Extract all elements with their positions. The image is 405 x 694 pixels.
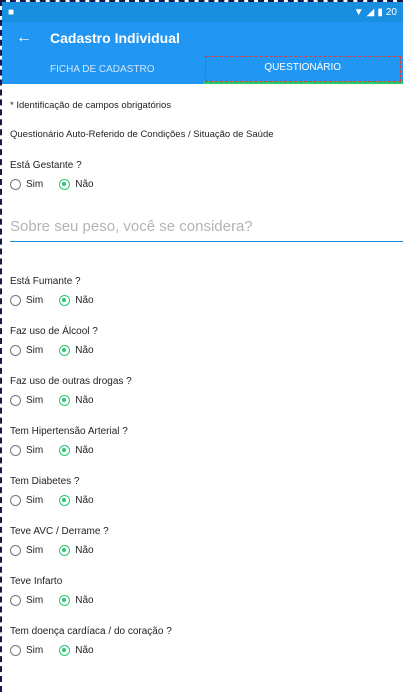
radio-label: Não xyxy=(75,595,94,606)
tab-questionario[interactable]: QUESTIONÁRIO xyxy=(202,54,403,84)
radio-unchecked-icon xyxy=(10,179,21,190)
page-title: Cadastro Individual xyxy=(50,30,180,46)
question-gestante: Está Gestante ? Sim Não xyxy=(10,160,403,190)
radio-label: Sim xyxy=(26,545,44,556)
question-fumante: Está Fumante ? Sim Não xyxy=(10,276,403,306)
radio-label: Não xyxy=(75,295,94,306)
question-label: Faz uso de Álcool ? xyxy=(10,326,98,337)
radio-nao[interactable]: Não xyxy=(59,295,94,306)
tab-ficha-de-cadastro[interactable]: FICHA DE CADASTRO xyxy=(2,54,203,84)
radio-label: Sim xyxy=(26,345,44,356)
radio-unchecked-icon xyxy=(10,545,21,556)
status-bar: ■ ▼ ◢ ▮ 20 xyxy=(2,2,403,22)
radio-group: Sim Não xyxy=(10,445,403,456)
radio-label: Sim xyxy=(26,395,44,406)
radio-checked-icon xyxy=(59,295,71,306)
radio-group: Sim Não xyxy=(10,495,403,506)
radio-unchecked-icon xyxy=(10,645,21,656)
radio-label: Sim xyxy=(26,645,44,656)
radio-sim[interactable]: Sim xyxy=(10,495,43,506)
radio-nao[interactable]: Não xyxy=(59,345,94,356)
question-diabetes: Tem Diabetes ? Sim Não xyxy=(10,476,403,506)
radio-checked-icon xyxy=(59,595,71,606)
radio-label: Sim xyxy=(26,445,44,456)
radio-sim[interactable]: Sim xyxy=(10,395,43,406)
radio-group: Sim Não xyxy=(10,295,403,306)
radio-unchecked-icon xyxy=(10,595,21,606)
radio-sim[interactable]: Sim xyxy=(10,295,43,306)
question-label: Teve Infarto xyxy=(10,576,63,587)
radio-label: Não xyxy=(75,179,94,190)
radio-nao[interactable]: Não xyxy=(59,179,94,190)
app-frame: ■ ▼ ◢ ▮ 20 ← Cadastro Individual FICHA D… xyxy=(0,0,403,692)
radio-checked-icon xyxy=(59,495,71,506)
radio-checked-icon xyxy=(59,345,71,356)
radio-unchecked-icon xyxy=(10,345,21,356)
radio-nao[interactable]: Não xyxy=(59,395,94,406)
radio-label: Não xyxy=(75,395,94,406)
app-bar: ← Cadastro Individual xyxy=(2,22,403,54)
battery-icon: ▮ xyxy=(377,6,383,18)
question-label: Está Gestante ? xyxy=(10,160,82,171)
radio-unchecked-icon xyxy=(10,295,21,306)
radio-group: Sim Não xyxy=(10,179,403,190)
question-cardiaca: Tem doença cardíaca / do coração ? Sim N… xyxy=(10,626,403,656)
status-time: 20 xyxy=(385,6,397,18)
radio-label: Não xyxy=(75,645,94,656)
tab-bar: FICHA DE CADASTRO QUESTIONÁRIO xyxy=(2,54,403,84)
radio-nao[interactable]: Não xyxy=(59,595,94,606)
radio-sim[interactable]: Sim xyxy=(10,595,43,606)
required-fields-note: * Identificação de campos obrigatórios xyxy=(10,100,172,111)
question-label: Tem doença cardíaca / do coração ? xyxy=(10,626,172,637)
back-arrow-icon[interactable]: ← xyxy=(16,29,32,47)
radio-label: Sim xyxy=(26,179,44,190)
radio-group: Sim Não xyxy=(10,595,403,606)
radio-label: Não xyxy=(75,495,94,506)
radio-group: Sim Não xyxy=(10,395,403,406)
status-right: ▼ ◢ ▮ 20 xyxy=(354,7,397,18)
radio-label: Sim xyxy=(26,495,44,506)
form-content: * Identificação de campos obrigatórios Q… xyxy=(2,100,403,656)
question-label: Teve AVC / Derrame ? xyxy=(10,526,109,537)
question-label: Faz uso de outras drogas ? xyxy=(10,376,132,387)
radio-label: Não xyxy=(75,445,94,456)
section-subtitle: Questionário Auto-Referido de Condições … xyxy=(10,129,274,140)
radio-sim[interactable]: Sim xyxy=(10,179,43,190)
radio-group: Sim Não xyxy=(10,545,403,556)
radio-nao[interactable]: Não xyxy=(59,445,94,456)
radio-sim[interactable]: Sim xyxy=(10,345,43,356)
app-notification-icon: ■ xyxy=(8,6,15,18)
question-avc: Teve AVC / Derrame ? Sim Não xyxy=(10,526,403,556)
weight-input[interactable]: Sobre seu peso, você se considera? xyxy=(10,210,403,242)
radio-label: Não xyxy=(75,545,94,556)
radio-group: Sim Não xyxy=(10,345,403,356)
radio-label: Sim xyxy=(26,595,44,606)
question-infarto: Teve Infarto Sim Não xyxy=(10,576,403,606)
radio-checked-icon xyxy=(59,645,71,656)
radio-sim[interactable]: Sim xyxy=(10,645,43,656)
question-label: Tem Hipertensão Arterial ? xyxy=(10,426,128,437)
wifi-icon: ▼ xyxy=(353,6,364,18)
radio-sim[interactable]: Sim xyxy=(10,445,43,456)
question-hipertensao: Tem Hipertensão Arterial ? Sim Não xyxy=(10,426,403,456)
radio-nao[interactable]: Não xyxy=(59,645,94,656)
radio-nao[interactable]: Não xyxy=(59,545,94,556)
radio-checked-icon xyxy=(59,545,71,556)
question-label: Está Fumante ? xyxy=(10,276,81,287)
radio-group: Sim Não xyxy=(10,645,403,656)
radio-unchecked-icon xyxy=(10,395,21,406)
radio-checked-icon xyxy=(59,395,71,406)
question-label: Tem Diabetes ? xyxy=(10,476,80,487)
radio-unchecked-icon xyxy=(10,445,21,456)
question-drogas: Faz uso de outras drogas ? Sim Não xyxy=(10,376,403,406)
question-alcool: Faz uso de Álcool ? Sim Não xyxy=(10,326,403,356)
radio-unchecked-icon xyxy=(10,495,21,506)
radio-label: Não xyxy=(75,345,94,356)
radio-checked-icon xyxy=(59,445,71,456)
radio-label: Sim xyxy=(26,295,44,306)
signal-icon: ◢ xyxy=(366,6,375,18)
radio-checked-icon xyxy=(59,179,71,190)
radio-sim[interactable]: Sim xyxy=(10,545,43,556)
radio-nao[interactable]: Não xyxy=(59,495,94,506)
